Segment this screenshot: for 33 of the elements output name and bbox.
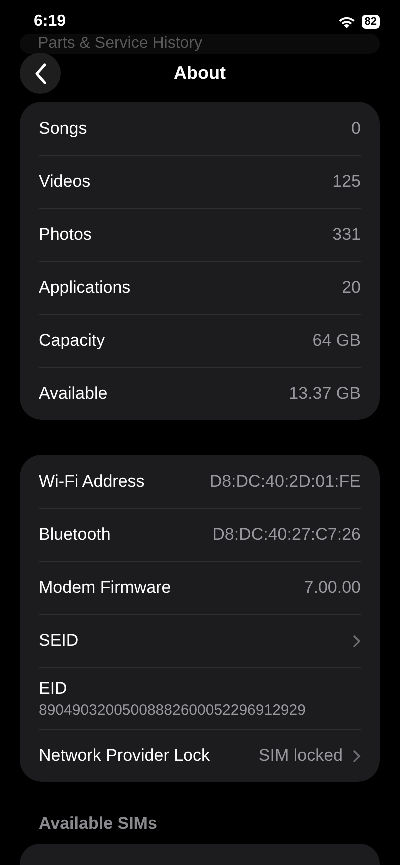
row-value: 125 xyxy=(332,172,361,192)
battery-level: 82 xyxy=(362,15,380,29)
row-value: D8:DC:40:2D:01:FE xyxy=(210,472,361,492)
chevron-icon[interactable] xyxy=(353,750,361,762)
row-value: SIM locked xyxy=(258,746,343,766)
row-label: Capacity xyxy=(39,331,106,351)
status-time: 6:19 xyxy=(34,13,66,31)
page-title: About xyxy=(174,62,226,84)
row-value: 7.00.00 xyxy=(304,578,361,598)
row-label: Videos xyxy=(39,172,92,192)
row-label: Songs xyxy=(39,118,88,138)
card-title: Parts & Service History xyxy=(38,35,202,53)
wifi-icon xyxy=(338,16,356,28)
back-button[interactable] xyxy=(20,53,61,94)
row-value: 0 xyxy=(352,118,361,138)
row-label: Bluetooth xyxy=(39,525,112,545)
chevron-icon[interactable] xyxy=(353,634,361,648)
row-label: Applications xyxy=(39,278,132,298)
row-value: 20 xyxy=(342,278,361,298)
row-value: 64 GB xyxy=(312,331,361,351)
row-value: 89049032005008882600052296912929 xyxy=(39,702,306,718)
row-value: 13.37 GB xyxy=(289,384,361,404)
row-value: 331 xyxy=(332,225,361,245)
row-label: Photos xyxy=(39,225,93,245)
row-value: D8:DC:40:27:C7:26 xyxy=(212,525,361,545)
back-icon[interactable] xyxy=(34,62,48,84)
row-label: Wi-Fi Address xyxy=(39,472,146,492)
row-label: EID xyxy=(39,678,68,698)
row-label[interactable]: Network Provider Lock xyxy=(39,746,259,766)
row-label: Modem Firmware xyxy=(39,578,172,598)
row-label: Available xyxy=(39,384,109,404)
section-header: Available SIMs xyxy=(39,814,158,834)
row-label[interactable]: SEID xyxy=(39,631,343,651)
